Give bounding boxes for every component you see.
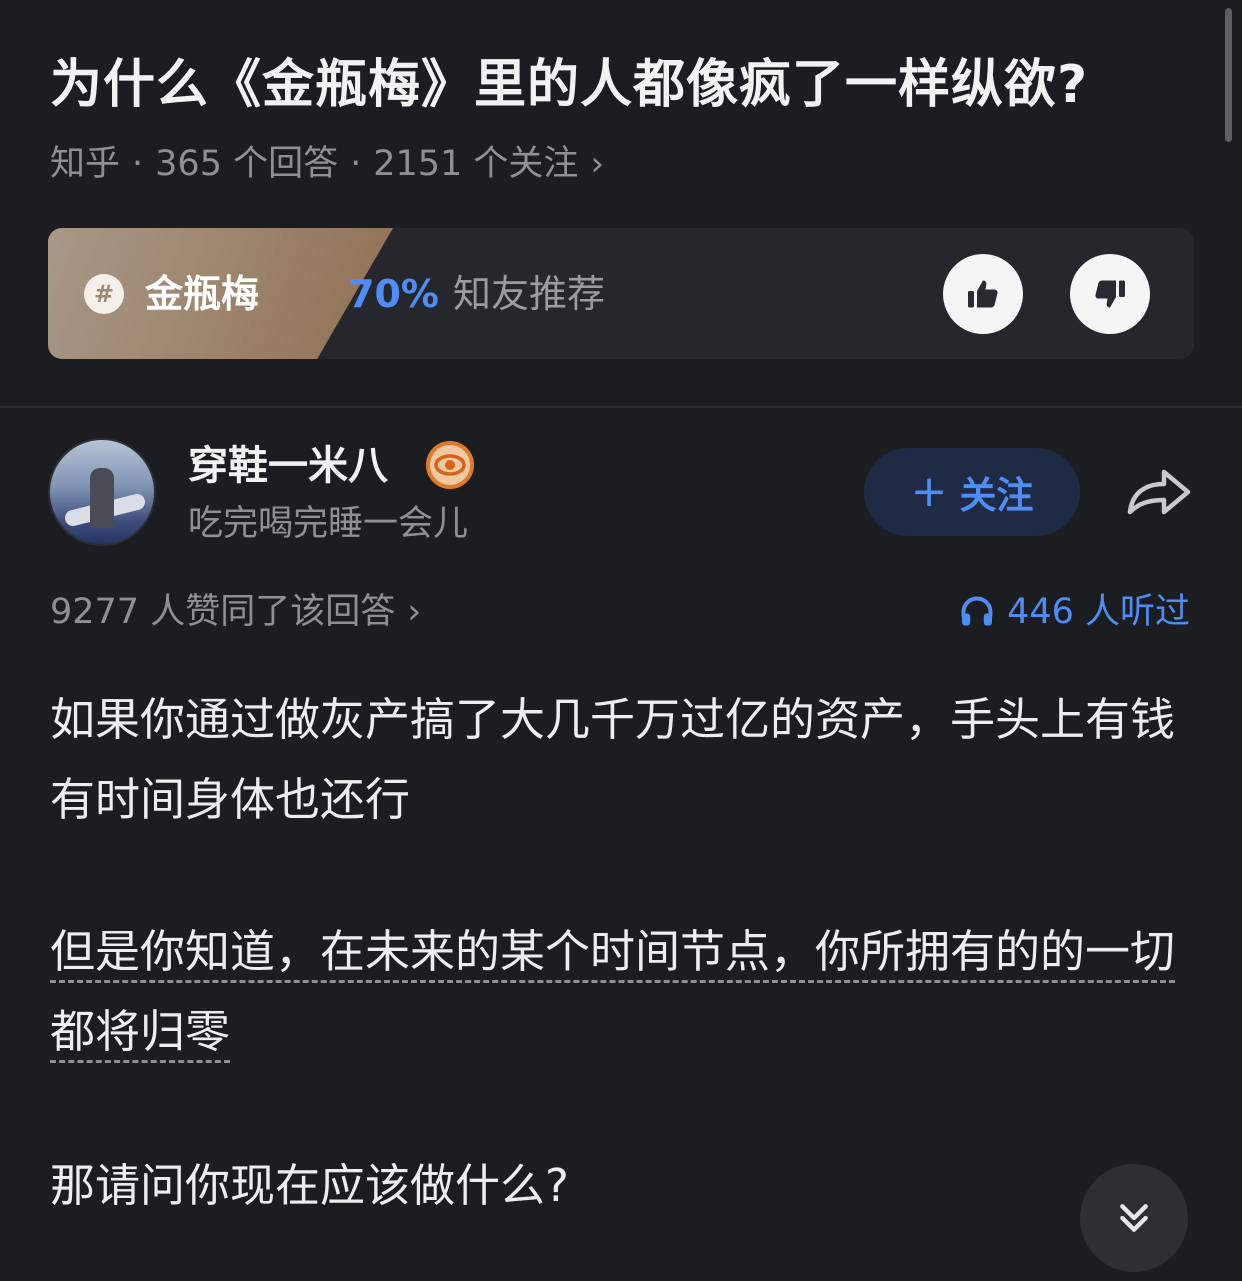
approval-count[interactable]: 9277 人赞同了该回答 › — [50, 588, 421, 636]
chevron-right-icon: › — [407, 592, 422, 632]
double-chevron-down-icon — [1120, 1204, 1148, 1232]
listen-text: 446 人听过 — [1007, 592, 1190, 632]
thumbs-down-button[interactable] — [1070, 254, 1150, 334]
answer-paragraph: 如果你通过做灰产搞了大几千万过亿的资产，手头上有钱有时间身体也还行 — [50, 693, 1176, 826]
recommend-percent: 70% — [348, 272, 439, 316]
thumbs-up-icon — [968, 280, 998, 308]
source-label: 知乎 — [50, 144, 121, 184]
plus-icon: + — [910, 466, 948, 517]
approval-text: 9277 人赞同了该回答 — [50, 592, 396, 632]
follow-button[interactable]: + 关注 — [864, 448, 1080, 536]
highlighted-text[interactable]: 但是你知道，在未来的某个时间节点，你所拥有的的一切都将归零 — [50, 925, 1176, 1063]
thumbs-up-button[interactable] — [943, 254, 1023, 334]
followers-count: 2151 个关注 — [373, 144, 579, 184]
answer-paragraph-highlighted[interactable]: 但是你知道，在未来的某个时间节点，你所拥有的的一切都将归零 — [50, 912, 1180, 1072]
topic-card[interactable]: # 金瓶梅 70% 知友推荐 — [48, 228, 1194, 359]
topic-name[interactable]: 金瓶梅 — [145, 268, 259, 320]
answers-count: 365 个回答 — [155, 144, 339, 184]
section-divider — [0, 406, 1242, 408]
scroll-indicator[interactable] — [1225, 8, 1232, 142]
answer-paragraph: 那请问你现在应该做什么? — [50, 1159, 569, 1212]
question-meta[interactable]: 知乎 · 365 个回答 · 2151 个关注 › — [50, 140, 604, 188]
share-icon[interactable] — [1124, 464, 1194, 520]
chevron-right-icon: › — [590, 144, 605, 184]
recommend-label: 知友推荐 — [452, 272, 605, 316]
recommend-rate: 70% 知友推荐 — [348, 268, 605, 320]
avatar[interactable] — [48, 438, 156, 546]
question-title[interactable]: 为什么《金瓶梅》里的人都像疯了一样纵欲? — [50, 50, 1210, 120]
answer-page: 为什么《金瓶梅》里的人都像疯了一样纵欲? 知乎 · 365 个回答 · 2151… — [0, 0, 1242, 1281]
author-bio: 吃完喝完睡一会儿 — [188, 504, 469, 544]
meta-separator: · — [350, 144, 362, 184]
expand-button[interactable] — [1080, 1164, 1188, 1272]
avatar-figure — [90, 468, 114, 528]
thumbs-down-icon — [1095, 280, 1125, 308]
hashtag-icon: # — [84, 274, 124, 314]
meta-separator: · — [132, 144, 144, 184]
follow-label: 关注 — [959, 474, 1034, 517]
verified-badge-icon — [426, 441, 474, 489]
headphones-icon — [961, 596, 993, 626]
author-name[interactable]: 穿鞋一米八 — [188, 440, 388, 492]
listen-count[interactable]: 446 人听过 — [959, 588, 1190, 636]
